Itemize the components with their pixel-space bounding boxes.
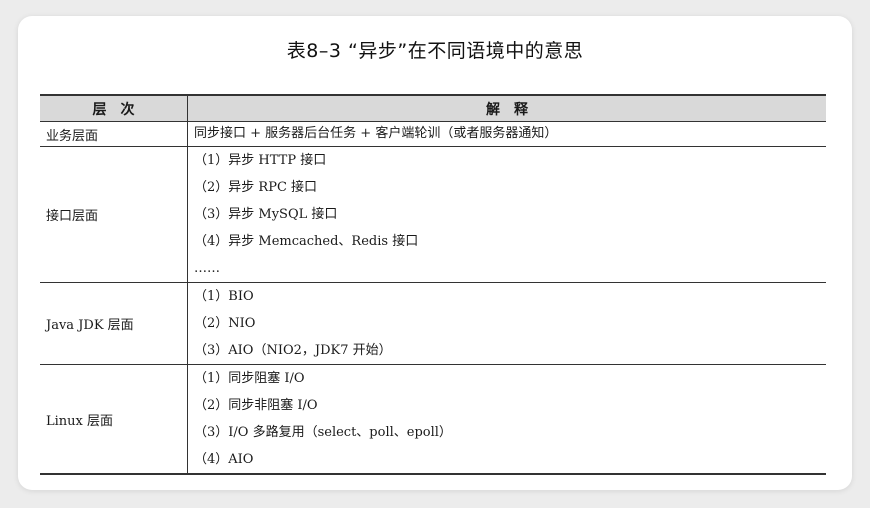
layer-cell: 业务层面 [40,121,188,147]
table-title: 表8–3 “异步”在不同语境中的意思 [286,40,584,62]
explanation-cell: 同步接口 + 服务器后台任务 + 客户端轮训（或者服务器通知） [187,121,826,147]
header-layer: 层 次 [40,94,188,122]
table-row: Linux 层面 （1）同步阻塞 I/O （2）同步非阻塞 I/O （3）I/O… [40,364,826,475]
table-header-row: 层 次 解 释 [40,94,826,122]
explanation-item: （4）异步 Memcached、Redis 接口 [194,234,419,249]
header-explanation: 解 释 [187,94,826,122]
explanation-item: （2）NIO [194,316,256,331]
layer-cell: 接口层面 [40,146,188,283]
explanation-item: （1）异步 HTTP 接口 [194,153,327,168]
content-card: 表8–3 “异步”在不同语境中的意思 层 次 解 释 业务层面 同步接口 + 服… [18,16,852,490]
explanation-item: （2）同步非阻塞 I/O [194,398,318,413]
table-row: 业务层面 同步接口 + 服务器后台任务 + 客户端轮训（或者服务器通知） [40,121,826,147]
explanation-item: （1）同步阻塞 I/O [194,371,305,386]
explanation-item: （3）I/O 多路复用（select、poll、epoll） [194,425,452,440]
explanation-item: （4）AIO [194,452,254,467]
explanation-cell: （1）同步阻塞 I/O （2）同步非阻塞 I/O （3）I/O 多路复用（sel… [187,364,826,475]
explanation-cell: （1）BIO （2）NIO （3）AIO（NIO2，JDK7 开始） [187,282,826,365]
explanation-item: （2）异步 RPC 接口 [194,180,318,195]
explanation-item: 同步接口 + 服务器后台任务 + 客户端轮训（或者服务器通知） [194,126,558,141]
async-meaning-table: 层 次 解 释 业务层面 同步接口 + 服务器后台任务 + 客户端轮训（或者服务… [40,94,826,475]
explanation-item: （3）异步 MySQL 接口 [194,207,338,222]
explanation-cell: （1）异步 HTTP 接口 （2）异步 RPC 接口 （3）异步 MySQL 接… [187,146,826,283]
explanation-item: …… [194,261,220,276]
table-row: 接口层面 （1）异步 HTTP 接口 （2）异步 RPC 接口 （3）异步 My… [40,146,826,283]
layer-cell: Linux 层面 [40,364,188,475]
explanation-item: （1）BIO [194,289,254,304]
explanation-item: （3）AIO（NIO2，JDK7 开始） [194,343,392,358]
layer-cell: Java JDK 层面 [40,282,188,365]
table-row: Java JDK 层面 （1）BIO （2）NIO （3）AIO（NIO2，JD… [40,282,826,365]
